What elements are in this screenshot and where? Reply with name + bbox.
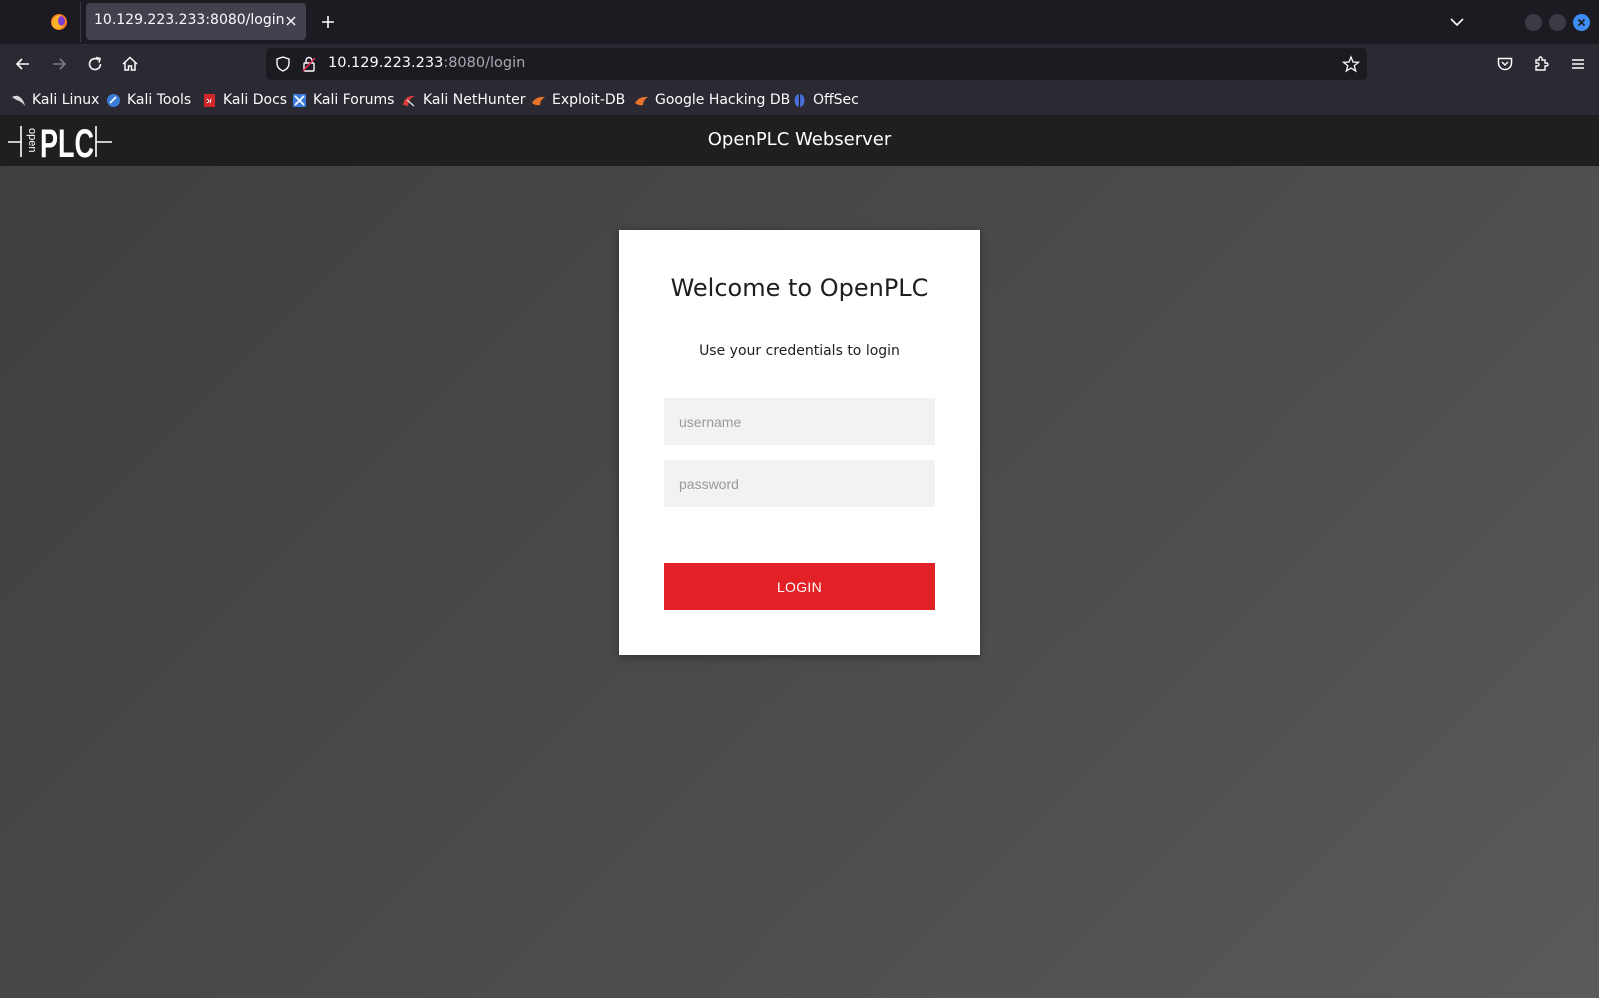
bookmark-label: Kali NetHunter — [423, 92, 526, 108]
menu-icon[interactable] — [1568, 54, 1588, 74]
star-icon[interactable] — [1342, 55, 1360, 73]
insecure-lock-icon[interactable] — [300, 55, 318, 73]
address-bar[interactable]: 10.129.223.233:8080/login — [266, 48, 1367, 80]
extensions-icon[interactable] — [1531, 54, 1551, 74]
bookmark-label: Kali Tools — [127, 92, 192, 108]
url-host: 10.129.223.233 — [328, 55, 444, 71]
kali-dragon-icon — [12, 95, 25, 106]
bookmark-label: OffSec — [813, 92, 859, 108]
tab-separator — [80, 2, 81, 42]
bookmark-kali-docs[interactable]: Kali Docs — [202, 90, 287, 110]
close-window-button[interactable] — [1573, 14, 1590, 31]
navigation-toolbar: 10.129.223.233:8080/login — [0, 44, 1599, 84]
nethunter-icon — [403, 95, 415, 107]
kali-docs-icon — [204, 93, 215, 107]
login-subtitle: Use your credentials to login — [699, 343, 900, 359]
close-icon — [1577, 18, 1586, 27]
tab-bar: 10.129.223.233:8080/login — [0, 0, 1599, 44]
url-path: :8080/login — [443, 55, 526, 71]
kali-tools-icon — [107, 93, 120, 107]
kali-forums-icon — [293, 93, 306, 107]
back-icon[interactable] — [13, 54, 33, 74]
bookmark-label: Kali Docs — [223, 92, 288, 108]
bookmark-label: Kali Forums — [313, 92, 395, 108]
page-content: open PLC OpenPLC Webserver Welcome to Op… — [0, 115, 1599, 998]
ghdb-icon — [635, 96, 648, 105]
minimize-button[interactable] — [1525, 14, 1542, 31]
active-tab[interactable]: 10.129.223.233:8080/login — [86, 3, 306, 40]
bookmark-kali-linux[interactable]: Kali Linux — [11, 90, 99, 110]
tab-title: 10.129.223.233:8080/login — [94, 12, 285, 28]
chevron-down-icon[interactable] — [1447, 12, 1467, 32]
bookmark-kali-forums[interactable]: Kali Forums — [292, 90, 394, 110]
forward-icon[interactable] — [49, 54, 69, 74]
bookmark-label: Exploit-DB — [552, 92, 626, 108]
home-icon[interactable] — [120, 54, 140, 74]
close-tab-icon[interactable] — [282, 12, 300, 30]
reload-icon[interactable] — [85, 54, 105, 74]
username-input[interactable] — [664, 398, 935, 445]
maximize-button[interactable] — [1549, 14, 1566, 31]
bookmarks-toolbar: Kali Linux Kali Tools Kali Docs Kali For… — [0, 84, 1599, 115]
bookmark-kali-tools[interactable]: Kali Tools — [106, 90, 191, 110]
shield-icon[interactable] — [274, 55, 292, 73]
url-text[interactable]: 10.129.223.233:8080/login — [328, 55, 525, 71]
site-title: OpenPLC Webserver — [707, 129, 892, 150]
bookmark-ghdb[interactable]: Google Hacking DB — [634, 90, 790, 110]
exploit-db-icon — [532, 96, 545, 105]
login-title: Welcome to OpenPLC — [670, 274, 929, 302]
offsec-icon — [794, 93, 805, 107]
bookmark-label: Google Hacking DB — [655, 92, 791, 108]
firefox-icon[interactable] — [49, 12, 69, 32]
login-button[interactable]: LOGIN — [664, 563, 935, 610]
bookmark-exploit-db[interactable]: Exploit-DB — [531, 90, 625, 110]
site-header: open PLC OpenPLC Webserver — [0, 115, 1599, 166]
pocket-icon[interactable] — [1495, 54, 1515, 74]
bookmark-offsec[interactable]: OffSec — [792, 90, 859, 110]
bookmark-kali-nethunter[interactable]: Kali NetHunter — [402, 90, 525, 110]
password-input[interactable] — [664, 460, 935, 507]
bookmark-label: Kali Linux — [32, 92, 100, 108]
login-card: Welcome to OpenPLC Use your credentials … — [619, 230, 980, 655]
new-tab-icon[interactable] — [318, 12, 338, 32]
